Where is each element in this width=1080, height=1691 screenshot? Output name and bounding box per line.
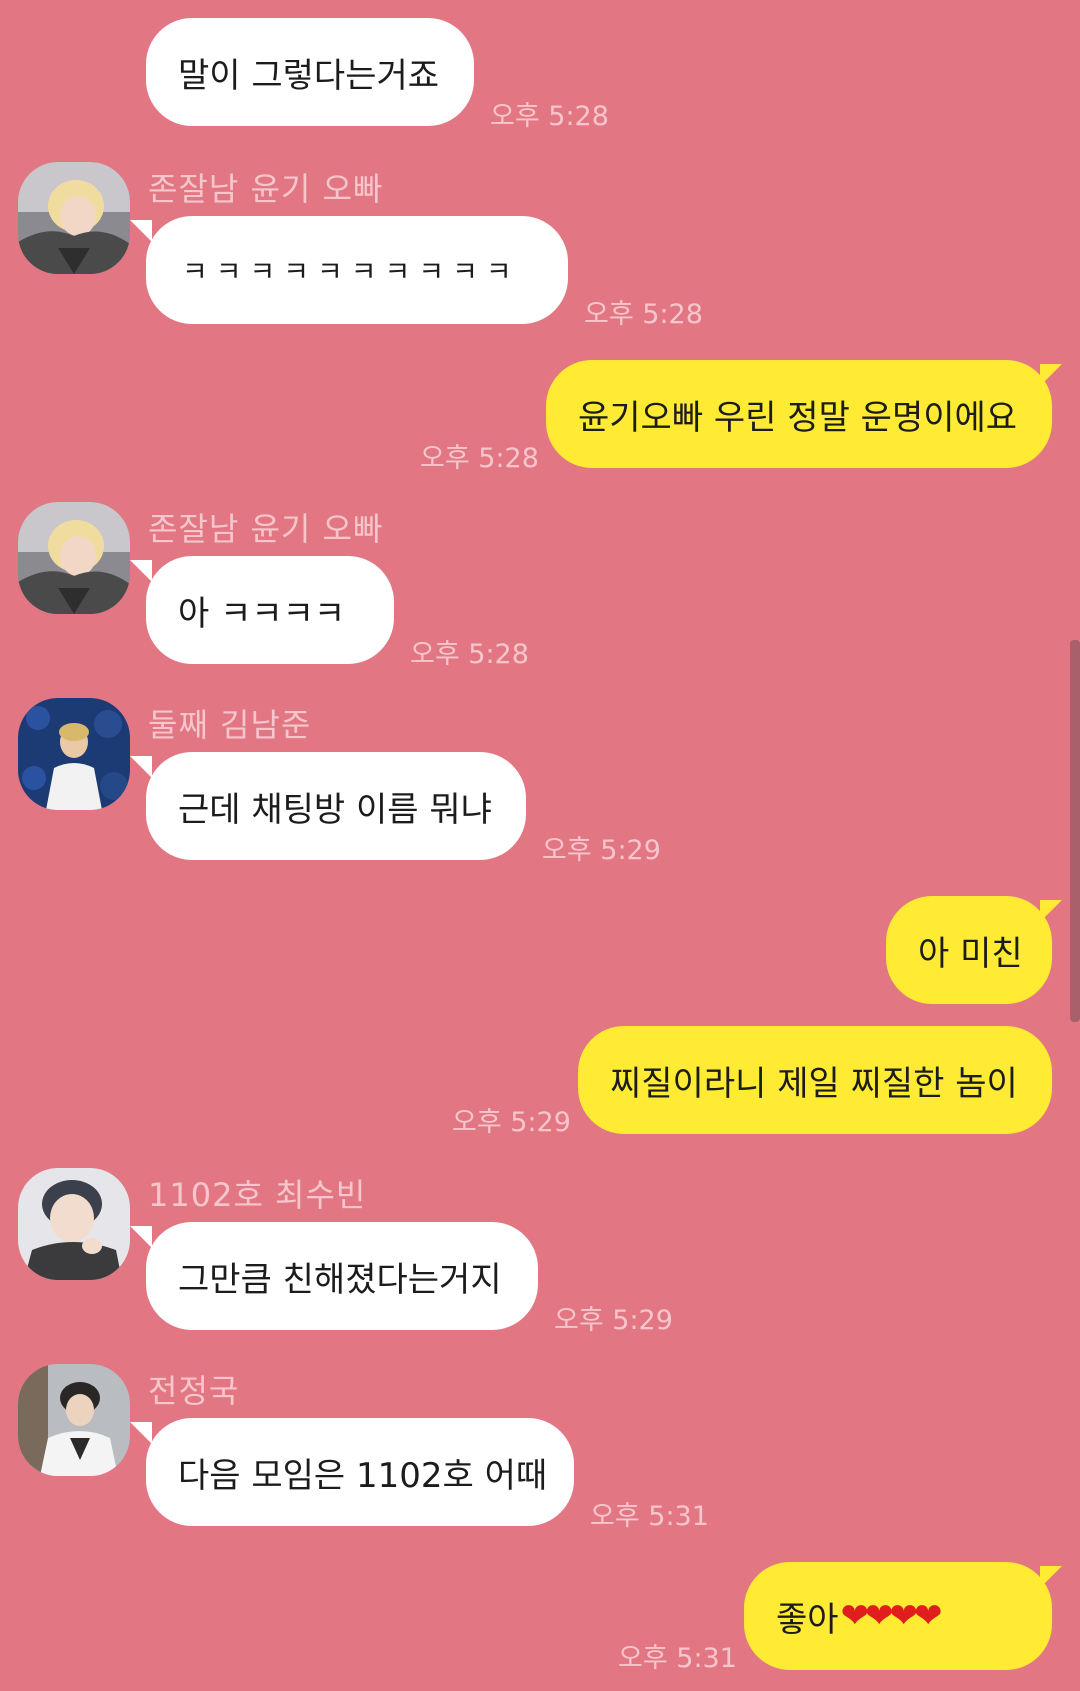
sender-name: 전정국 [148,1372,240,1410]
message-text: ㅋㅋㅋㅋㅋㅋㅋㅋㅋㅋ [182,255,520,288]
scrollbar[interactable] [1070,640,1080,1022]
message-text: 말이 그렇다는거죠 [178,55,440,96]
message-bubble[interactable]: 아 ㅋㅋㅋㅋ [146,556,394,664]
sender-name: 존잘남 윤기 오빠 [148,170,384,208]
jungkook-avatar[interactable] [18,1364,130,1476]
namjoon-avatar[interactable] [18,698,130,810]
bubble-tail [1040,900,1062,922]
message-time: 오후 5:28 [584,299,703,330]
soobin-avatar[interactable] [18,1168,130,1280]
bubble-tail [130,560,152,582]
suga-avatar[interactable] [18,502,130,614]
sender-name: 존잘남 윤기 오빠 [148,510,384,548]
message-bubble[interactable]: 근데 채팅방 이름 뭐냐 [146,752,526,860]
suga-avatar[interactable] [18,162,130,274]
message-bubble[interactable]: 윤기오빠 우린 정말 운명이에요 [546,360,1052,468]
chat-room[interactable]: 말이 그렇다는거죠 오후 5:28 존잘남 윤기 오빠 ㅋㅋㅋㅋㅋㅋㅋㅋㅋㅋ 오… [0,0,1080,1691]
sender-name: 1102호 최수빈 [148,1176,367,1214]
message-bubble[interactable]: 아 미친 [886,896,1052,1004]
sender-name: 둘째 김남준 [148,706,312,744]
message-bubble[interactable]: 찌질이라니 제일 찌질한 놈이 [578,1026,1052,1134]
message-text: 윤기오빠 우린 정말 운명이에요 [578,397,1018,438]
message-bubble[interactable]: 말이 그렇다는거죠 [146,18,474,126]
message-time: 오후 5:28 [490,101,609,132]
message-text: 아 미친 [918,933,1023,974]
message-bubble[interactable]: 그만큼 친해졌다는거지 [146,1222,538,1330]
message-text: 좋아 [776,1599,839,1640]
suga-photo [18,502,130,614]
message-time: 오후 5:29 [542,835,661,866]
message-text: 근데 채팅방 이름 뭐냐 [178,789,492,830]
bubble-tail [130,1226,152,1248]
message-time: 오후 5:31 [590,1501,709,1532]
message-time: 오후 5:28 [410,639,529,670]
message-bubble[interactable]: 좋아 ❤❤❤❤ [744,1562,1052,1670]
message-text: 그만큼 친해졌다는거지 [178,1259,502,1300]
jungkook-photo [18,1364,130,1476]
bubble-tail [130,1422,152,1444]
bubble-tail [1040,364,1062,386]
suga-photo [18,162,130,274]
namjoon-photo [18,698,130,810]
bubble-tail [130,220,152,242]
message-time: 오후 5:31 [618,1643,737,1674]
heart-emoji-icon: ❤❤❤❤ [840,1596,943,1636]
message-text: 다음 모임은 1102호 어때 [178,1455,548,1496]
message-bubble[interactable]: 다음 모임은 1102호 어때 [146,1418,574,1526]
message-time: 오후 5:28 [420,443,539,474]
message-time: 오후 5:29 [554,1305,673,1336]
bubble-tail [1040,1566,1062,1588]
message-bubble[interactable]: ㅋㅋㅋㅋㅋㅋㅋㅋㅋㅋ [146,216,568,324]
soobin-photo [18,1168,130,1280]
message-text: 아 ㅋㅋㅋㅋ [178,593,346,634]
message-text: 찌질이라니 제일 찌질한 놈이 [610,1063,1018,1104]
message-time: 오후 5:29 [452,1107,571,1138]
bubble-tail [130,756,152,778]
